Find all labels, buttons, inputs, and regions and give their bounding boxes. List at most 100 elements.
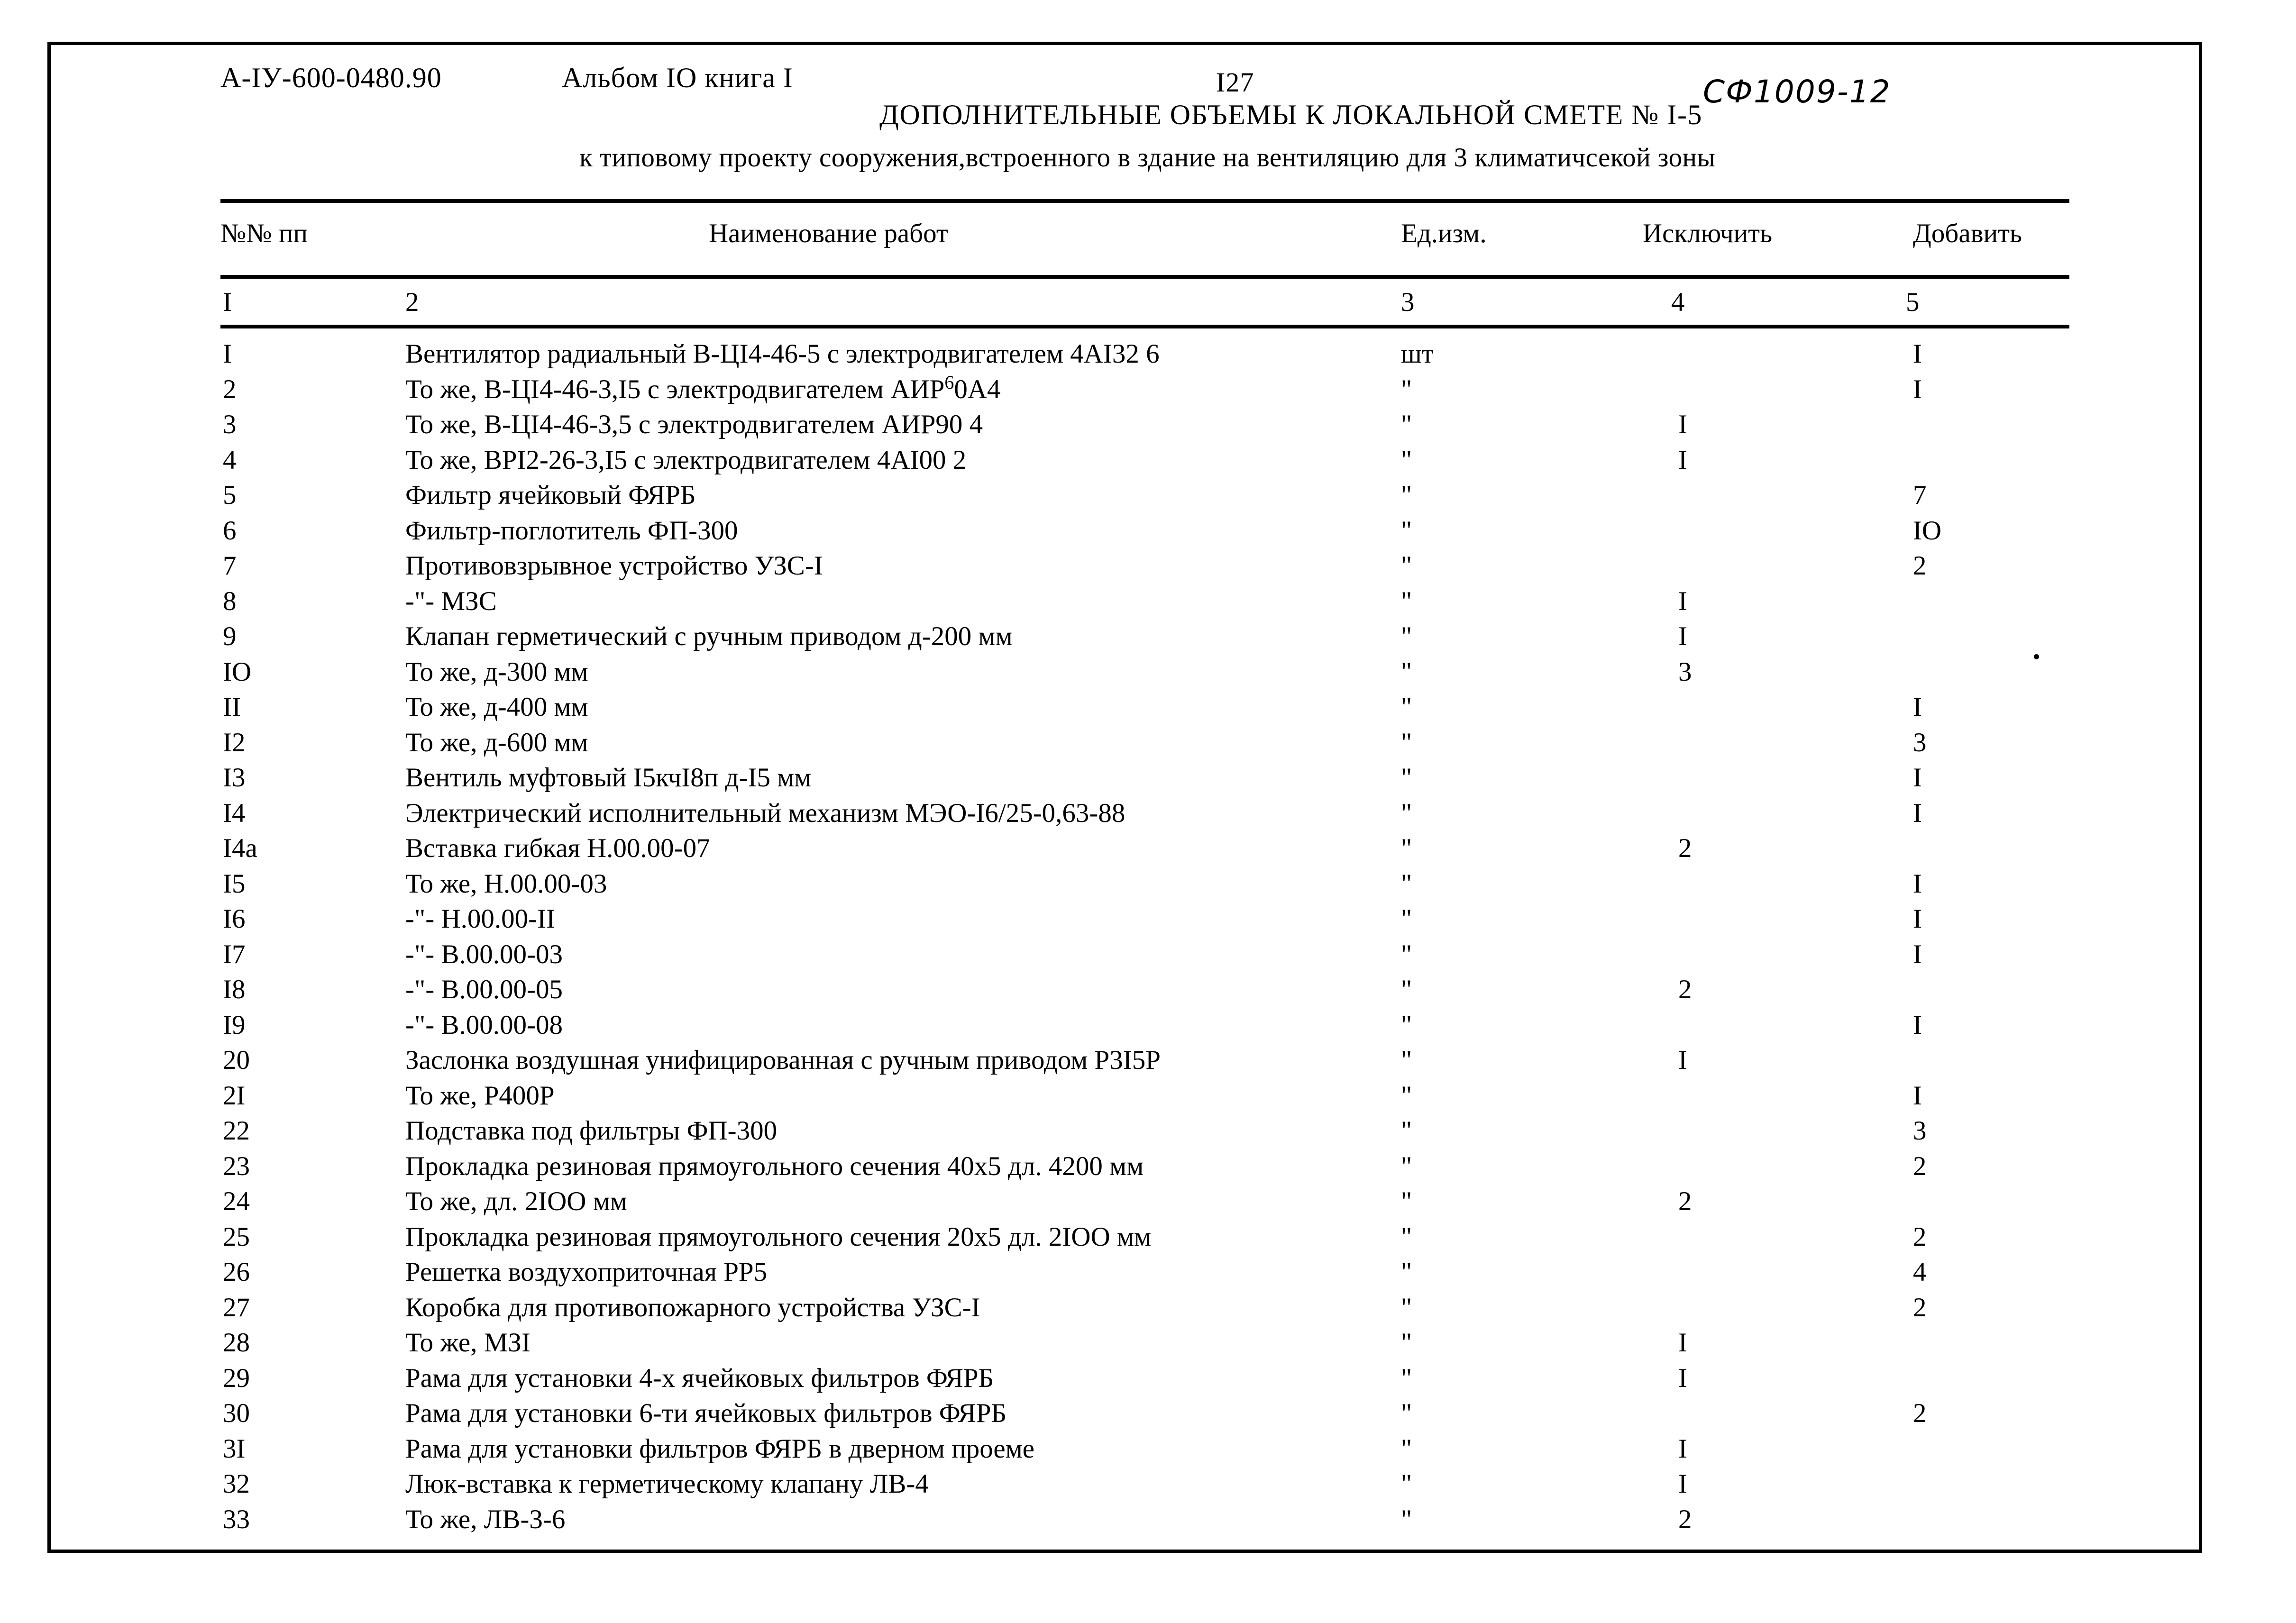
- row-add-qty: I: [1913, 339, 1922, 369]
- row-unit: ": [1401, 1469, 1412, 1499]
- row-work-name: То же, д-300 мм: [405, 656, 588, 687]
- row-add-qty: 4: [1913, 1257, 1927, 1287]
- row-number: 3I: [223, 1433, 246, 1464]
- page-number: I27: [1216, 67, 1254, 98]
- row-number: IО: [223, 656, 252, 687]
- table-row: 2I То же, Р400Р " I: [220, 1078, 2069, 1114]
- table-row: 33 То же, ЛВ-3-6 " 2: [220, 1502, 2069, 1538]
- row-add-qty: IО: [1913, 515, 1942, 546]
- table-row: 26 Решетка воздухоприточная РР5 " 4: [220, 1255, 2069, 1290]
- row-unit: ": [1401, 621, 1412, 651]
- column-header-add: Добавить: [1913, 219, 2022, 248]
- table-row: I3 Вентиль муфтовый I5кчI8п д-I5 мм " I: [220, 760, 2069, 796]
- row-add-qty: I: [1913, 692, 1922, 722]
- row-unit: ": [1401, 798, 1412, 828]
- row-exclude-qty: 2: [1678, 1504, 1692, 1534]
- row-exclude-qty: 2: [1678, 1186, 1692, 1216]
- row-work-name: Вентилятор радиальный В-ЦI4-46-5 с элект…: [405, 339, 1160, 369]
- row-unit: ": [1401, 939, 1412, 969]
- table-row: 3 То же, В-ЦI4-46-3,5 с электродвигателем…: [220, 407, 2069, 443]
- table-row: 22 Подставка под фильтры ФП-300 " 3: [220, 1113, 2069, 1149]
- row-work-name: -"- В.00.00-03: [405, 939, 563, 969]
- table-row: 8 -"- МЗС " I: [220, 584, 2069, 620]
- row-add-qty: I: [1913, 868, 1922, 899]
- document-title: ДОПОЛНИТЕЛЬНЫЕ ОБЪЕМЫ К ЛОКАЛЬНОЙ СМЕТЕ …: [879, 99, 1702, 130]
- table-row: I7 -"- В.00.00-03 " I: [220, 937, 2069, 973]
- ink-speck: [2034, 654, 2039, 659]
- row-number: 24: [223, 1186, 250, 1216]
- row-number: I6: [223, 904, 246, 934]
- row-number: 2I: [223, 1080, 246, 1111]
- table-row: I6 -"- Н.00.00-II " I: [220, 902, 2069, 937]
- row-unit: ": [1401, 1080, 1412, 1111]
- table-row: 5 Фильтр ячейковый ФЯРБ " 7: [220, 478, 2069, 513]
- row-exclude-qty: I: [1678, 1469, 1687, 1499]
- row-add-qty: 2: [1913, 1398, 1927, 1428]
- document-code: А-IУ-600-0480.90: [220, 62, 442, 93]
- row-work-name: Клапан герметический с ручным приводом д…: [405, 621, 1013, 651]
- row-number: 32: [223, 1469, 250, 1499]
- table-rule-middle: [220, 275, 2069, 279]
- row-add-qty: I: [1913, 939, 1922, 969]
- row-work-name: Рама для установки фильтров ФЯРБ в дверн…: [405, 1433, 1035, 1464]
- row-exclude-qty: I: [1678, 1328, 1687, 1358]
- row-work-name: То же, МЗI: [405, 1328, 531, 1358]
- row-exclude-qty: I: [1678, 621, 1687, 651]
- row-number: 30: [223, 1398, 250, 1428]
- row-number: 23: [223, 1151, 250, 1181]
- row-unit: ": [1401, 833, 1412, 863]
- table-row: 27 Коробка для противопожарного устройств…: [220, 1290, 2069, 1326]
- row-work-name: Прокладка резиновая прямоугольного сечен…: [405, 1222, 1152, 1252]
- row-number: I5: [223, 868, 246, 899]
- table-row: 2 То же, В-ЦI4-46-3,I5 с электродвигателе…: [220, 372, 2069, 408]
- column-index-add: 5: [1906, 287, 1920, 317]
- table-row: I5 То же, Н.00.00-03 " I: [220, 866, 2069, 902]
- row-unit: ": [1401, 727, 1412, 757]
- row-number: 4: [223, 445, 237, 475]
- row-unit: ": [1401, 763, 1412, 793]
- column-index-exclude: 4: [1671, 287, 1685, 317]
- table-row: 30 Рама для установки 6-ти ячейковых филь…: [220, 1396, 2069, 1432]
- row-exclude-qty: 3: [1678, 656, 1692, 687]
- table-row: IО То же, д-300 мм " 3: [220, 655, 2069, 690]
- column-index-unit: 3: [1401, 287, 1415, 317]
- table-row: I4 Электрический исполнительный механизм …: [220, 796, 2069, 831]
- row-work-name: То же, В-ЦI4-46-3,5 с электродвигателем …: [405, 410, 983, 439]
- row-add-qty: I: [1913, 1010, 1922, 1040]
- row-unit: ": [1401, 410, 1412, 439]
- table-row: 20 Заслонка воздушная унифицированная с р…: [220, 1043, 2069, 1078]
- row-unit: ": [1401, 904, 1412, 934]
- row-unit: ": [1401, 515, 1412, 546]
- row-unit: ": [1401, 1504, 1412, 1534]
- row-unit: ": [1401, 1292, 1412, 1322]
- row-unit: ": [1401, 1151, 1412, 1181]
- column-index-name: 2: [405, 287, 419, 317]
- row-number: 29: [223, 1363, 250, 1393]
- row-work-name: Рама для установки 6-ти ячейковых фильтр…: [405, 1398, 1007, 1428]
- row-unit: ": [1401, 975, 1412, 1004]
- table-row: 32 Люк-вставка к герметическому клапану Л…: [220, 1467, 2069, 1502]
- table-rule-top: [220, 199, 2069, 203]
- row-work-name: То же, Н.00.00-03: [405, 868, 607, 899]
- column-header-unit: Ед.изм.: [1401, 219, 1487, 248]
- row-unit: ": [1401, 656, 1412, 687]
- row-number: 8: [223, 586, 237, 616]
- row-work-name: Вентиль муфтовый I5кчI8п д-I5 мм: [405, 763, 812, 793]
- table-row: 7 Противовзрывное устройство УЗС-I " 2: [220, 548, 2069, 584]
- table-row: 6 Фильтр-поглотитель ФП-300 " IО: [220, 513, 2069, 549]
- table-row: II То же, д-400 мм " I: [220, 690, 2069, 725]
- table-row: 4 То же, ВРI2-26-3,I5 с электродвигателем…: [220, 443, 2069, 478]
- album-info: Альбом IО книга I: [562, 62, 793, 93]
- table-row: 9 Клапан герметический с ручным приводом …: [220, 619, 2069, 655]
- row-exclude-qty: I: [1678, 1363, 1687, 1393]
- row-number: I7: [223, 939, 246, 969]
- table-row: I8 -"- В.00.00-05 " 2: [220, 972, 2069, 1008]
- row-work-name: Прокладка резиновая прямоугольного сечен…: [405, 1151, 1144, 1181]
- row-unit: ": [1401, 1186, 1412, 1216]
- row-number: 28: [223, 1328, 250, 1358]
- row-unit: ": [1401, 1328, 1412, 1358]
- row-number: I3: [223, 763, 246, 793]
- row-number: 2: [223, 374, 237, 404]
- row-number: I4: [223, 798, 246, 828]
- row-work-name: То же, ВРI2-26-3,I5 с электродвигателем …: [405, 445, 967, 475]
